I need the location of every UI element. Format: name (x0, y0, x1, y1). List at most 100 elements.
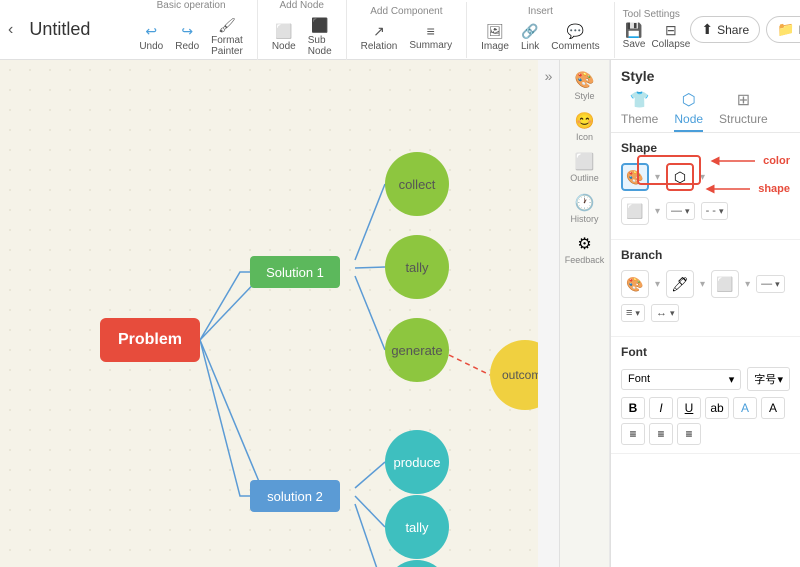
style-panel: Style 👕 Theme ⬡ Node ⊞ Structure (610, 60, 800, 567)
panel-collapse-button[interactable]: » (538, 60, 560, 567)
border-width-dropdown[interactable]: — (666, 202, 695, 220)
sidebar-outline-item[interactable]: ⬜ Outline (568, 148, 601, 187)
shape-annotation: shape (705, 179, 790, 199)
ab-button[interactable]: ab (705, 397, 729, 419)
color-arrow (710, 151, 760, 171)
align-right-button[interactable]: ≡ (677, 423, 701, 445)
align-center-button[interactable]: ≡ (649, 423, 673, 445)
tool-settings-label: Tool Settings (623, 9, 691, 20)
shape-style-button[interactable]: ⬡ (666, 163, 694, 191)
collapse-button[interactable]: ⊟Collapse (651, 22, 690, 50)
right-panel-wrapper: » 🎨 Style 😊 Icon ⬜ Outline 🕐 (538, 60, 800, 567)
toolbar-basic-operation: Basic operation ↩Undo ↪Redo 🖌Format Pain… (125, 0, 258, 63)
outline-icon: ⬜ (575, 152, 595, 172)
italic-button[interactable]: I (649, 397, 673, 419)
branch-section: Branch 🎨 ▾ 🖊 ▾ ⬜ ▾ — ≡ ↔ (611, 240, 800, 337)
share-button[interactable]: ⬆ Share (690, 16, 760, 43)
branch-style-dropdown[interactable]: ↔ (651, 304, 680, 322)
panel-content: 🎨 Style 😊 Icon ⬜ Outline 🕐 History ⚙ (560, 60, 800, 567)
sidebar-icon-item[interactable]: 😊 Icon (573, 107, 597, 146)
insert-label: Insert (528, 6, 553, 17)
panel-tabs: 👕 Theme ⬡ Node ⊞ Structure (621, 90, 790, 132)
sidebar-history-item[interactable]: 🕐 History (568, 189, 600, 228)
fill-color-button[interactable]: 🎨 (621, 163, 649, 191)
border-dash-dropdown[interactable]: - - (701, 202, 729, 220)
toolbar-add-component: Add Component ↗Relation ≡Summary (347, 2, 468, 58)
icon-icon: 😊 (575, 111, 595, 131)
toolbar-add-node: Add Node ⬜Node ⬛Sub Node (258, 0, 347, 63)
summary-button[interactable]: ≡Summary (405, 21, 456, 53)
comments-icon: 💬 (567, 23, 584, 40)
collapse-icon: ⊟ (665, 22, 677, 39)
relation-button[interactable]: ↗Relation (357, 21, 402, 54)
branch-row1: 🎨 ▾ 🖊 ▾ ⬜ ▾ — (621, 270, 790, 298)
branch-color-button[interactable]: 🎨 (621, 270, 649, 298)
tab-structure[interactable]: ⊞ Structure (719, 90, 768, 132)
tally2-node[interactable]: tally (385, 495, 449, 559)
shape-arrow (705, 179, 755, 199)
tab-node[interactable]: ⬡ Node (674, 90, 703, 132)
branch-width-dropdown[interactable]: ≡ (621, 304, 645, 322)
branch-rect-button[interactable]: ⬜ (711, 270, 739, 298)
branch-fill-button[interactable]: 🖊 (666, 270, 694, 298)
font-align-buttons: ≡ ≡ ≡ (621, 423, 790, 445)
format-painter-icon: 🖌 (218, 17, 236, 34)
add-node-label: Add Node (279, 0, 323, 11)
back-button[interactable]: ‹ (8, 16, 13, 44)
outcome-node[interactable]: outcome (490, 340, 538, 410)
tab-theme[interactable]: 👕 Theme (621, 90, 658, 132)
undo-button[interactable]: ↩Undo (135, 21, 167, 54)
sub-node-icon: ⬛ (311, 17, 328, 34)
format-painter-button[interactable]: 🖌Format Painter (207, 15, 247, 59)
comments-button[interactable]: 💬Comments (547, 21, 603, 54)
history-icon: 🕐 (575, 193, 595, 213)
solution1-node[interactable]: Solution 1 (250, 256, 340, 288)
fill-sep: ▾ (655, 172, 660, 183)
redo-button[interactable]: ↪Redo (171, 21, 203, 54)
problem-node[interactable]: Problem (100, 318, 200, 362)
save-icon: 💾 (625, 22, 642, 39)
canvas[interactable]: Problem Solution 1 solution 2 collect ta… (0, 60, 538, 567)
link-button[interactable]: 🔗Link (517, 21, 543, 54)
toolbar-basic-label: Basic operation (157, 0, 226, 11)
generate-node[interactable]: generate (385, 318, 449, 382)
summary-icon: ≡ (427, 23, 435, 39)
redo-icon: ↪ (181, 23, 193, 40)
sub-node-button[interactable]: ⬛Sub Node (304, 15, 336, 59)
font-color-button[interactable]: A (733, 397, 757, 419)
font-family-dropdown[interactable]: Font ▾ (621, 369, 741, 390)
font-section: Font Font ▾ 字号 ▾ B I U (611, 337, 800, 454)
generate2-node[interactable]: generate (385, 560, 449, 567)
font-section-title: Font (621, 345, 790, 359)
link-icon: 🔗 (521, 23, 538, 40)
align-left-button[interactable]: ≡ (621, 423, 645, 445)
branch-section-title: Branch (621, 248, 790, 262)
image-button[interactable]: 🖼Image (477, 21, 513, 54)
save-button[interactable]: 💾Save (623, 22, 646, 50)
sidebar-feedback-item[interactable]: ⚙ Feedback (563, 230, 607, 269)
font-bg-button[interactable]: A (761, 397, 785, 419)
tally1-node[interactable]: tally (385, 235, 449, 299)
structure-tab-icon: ⊞ (737, 90, 750, 110)
theme-tab-icon: 👕 (630, 90, 650, 110)
node-tab-icon: ⬡ (682, 90, 696, 110)
underline-button[interactable]: U (677, 397, 701, 419)
export-button[interactable]: 📁 Export (766, 16, 800, 43)
panel-title: Style (621, 68, 790, 84)
bold-button[interactable]: B (621, 397, 645, 419)
produce-node[interactable]: produce (385, 430, 449, 494)
font-size-dropdown[interactable]: 字号 ▾ (747, 367, 790, 391)
branch-dash-dropdown[interactable]: — (756, 275, 785, 293)
export-icon: 📁 (777, 21, 794, 38)
branch-row2: ≡ ↔ (621, 304, 790, 322)
panel-header: Style 👕 Theme ⬡ Node ⊞ Structure (611, 60, 800, 133)
collect-node[interactable]: collect (385, 152, 449, 216)
solution2-node[interactable]: solution 2 (250, 480, 340, 512)
panel-sidebar: 🎨 Style 😊 Icon ⬜ Outline 🕐 History ⚙ (560, 60, 610, 567)
feedback-icon: ⚙ (577, 234, 591, 254)
sidebar-style-item[interactable]: 🎨 Style (572, 66, 596, 105)
border-style-button[interactable]: ⬜ (621, 197, 649, 225)
node-button[interactable]: ⬜Node (268, 21, 300, 54)
color-label: color (763, 155, 790, 167)
add-component-label: Add Component (370, 6, 442, 17)
